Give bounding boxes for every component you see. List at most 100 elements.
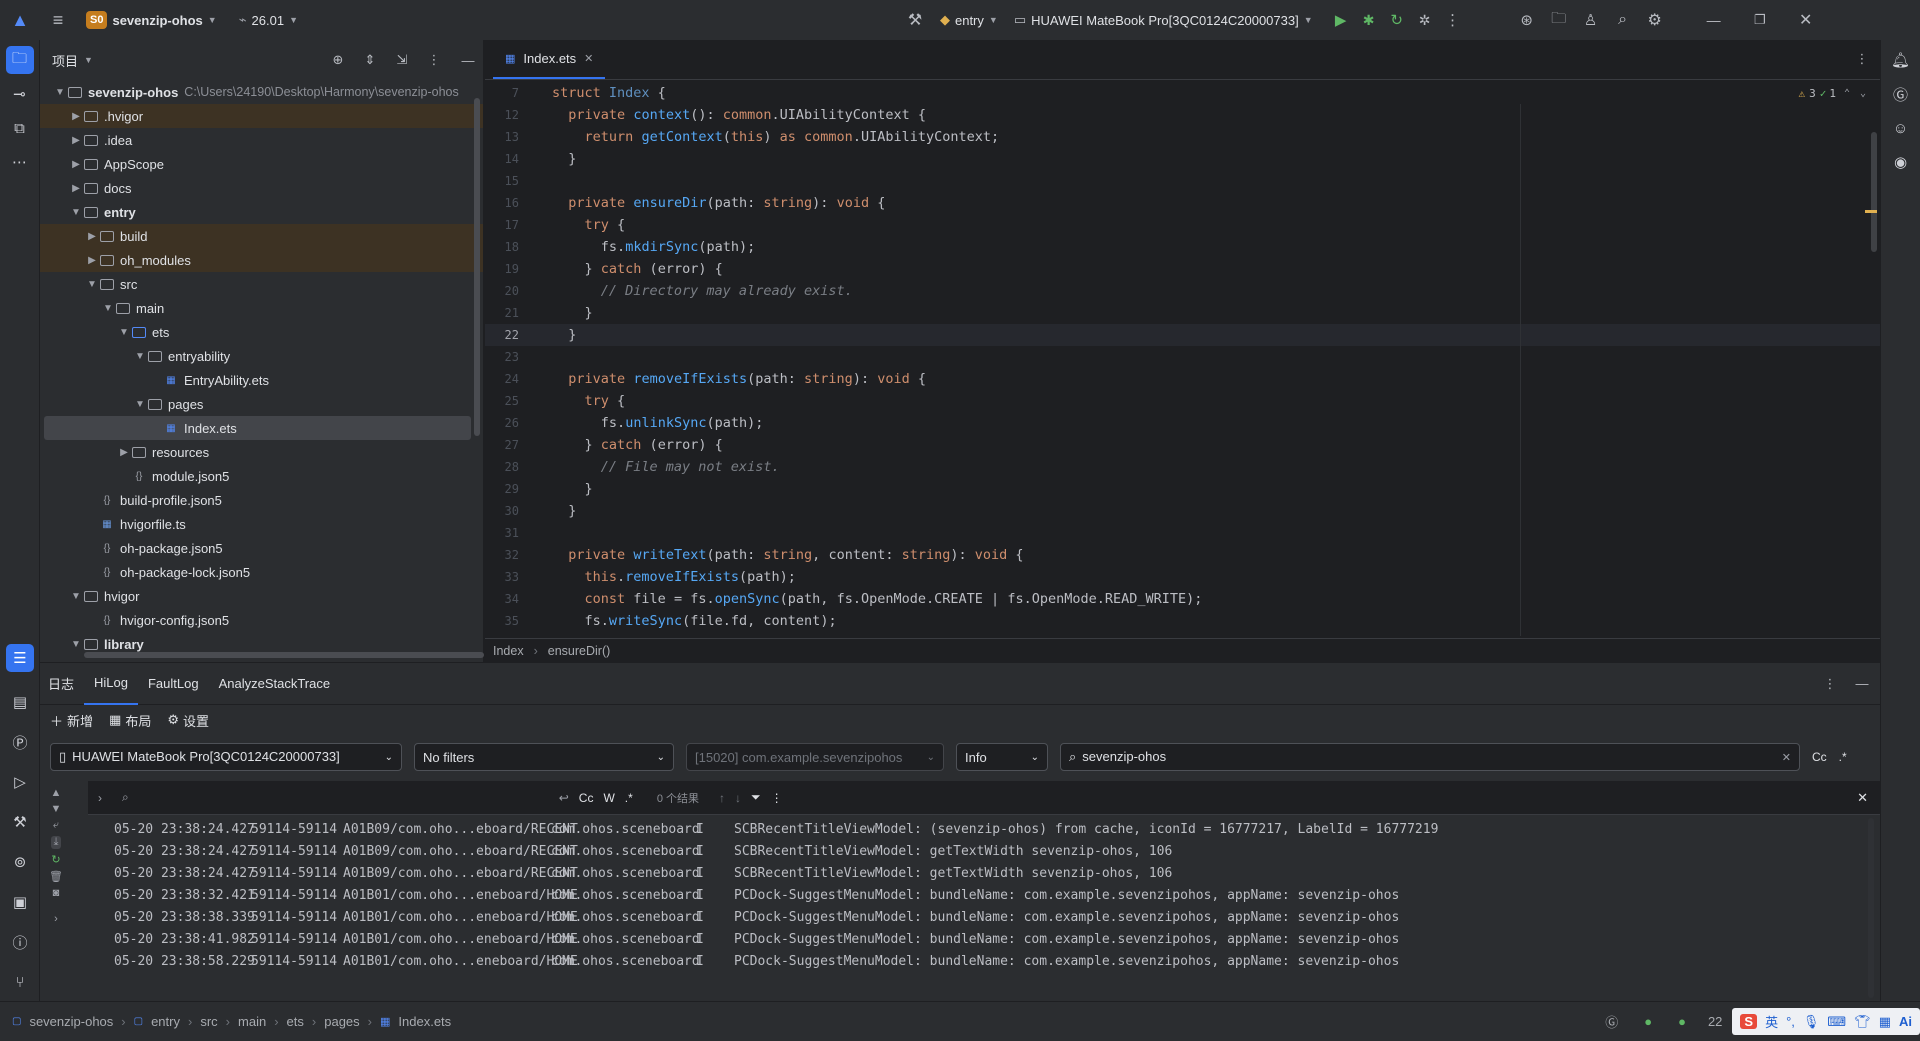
code-line[interactable]: 27 } catch (error) { bbox=[485, 434, 1880, 456]
chevron-down-icon[interactable]: ▼ bbox=[52, 87, 68, 98]
warning-icon[interactable]: ⚠ bbox=[1798, 87, 1805, 100]
module-selector[interactable]: ◆ entry ▼ bbox=[940, 12, 998, 28]
tree-item[interactable]: ▼ entry bbox=[40, 200, 483, 224]
project-folder-icon[interactable]: 🗀 bbox=[5, 46, 34, 74]
chevron-down-icon[interactable]: ▼ bbox=[100, 303, 116, 314]
code-line[interactable]: 29 } bbox=[485, 478, 1880, 500]
tree-item[interactable]: ▦ hvigorfile.ts bbox=[40, 512, 483, 536]
code-line[interactable]: 30 } bbox=[485, 500, 1880, 522]
tree-item[interactable]: ▦ EntryAbility.ets bbox=[40, 368, 483, 392]
status-path-item[interactable]: Index.ets bbox=[398, 1014, 451, 1029]
chevron-right-icon[interactable]: ▶ bbox=[68, 111, 84, 122]
device-selector[interactable]: ▭ HUAWEI MateBook Pro[3QC0124C20000733] … bbox=[1014, 12, 1313, 28]
tree-item[interactable]: ▼ ets bbox=[40, 320, 483, 344]
minimize-icon[interactable]: — bbox=[1691, 12, 1737, 28]
chevron-right-icon[interactable]: ▶ bbox=[68, 183, 84, 194]
codegenie-status-icon[interactable]: Ⓖ bbox=[1605, 1012, 1618, 1031]
breadcrumb-item[interactable]: ensureDir() bbox=[548, 644, 611, 658]
tree-item[interactable]: ▼ hvigor bbox=[40, 584, 483, 608]
apply-changes-icon[interactable]: ↻ bbox=[1383, 11, 1411, 29]
status-path-item[interactable]: sevenzip-ohos bbox=[29, 1014, 113, 1029]
code-line[interactable]: 19 } catch (error) { bbox=[485, 258, 1880, 280]
codegenie-icon[interactable]: Ⓖ bbox=[1887, 80, 1915, 108]
code-line[interactable]: 33 this.removeIfExists(path); bbox=[485, 566, 1880, 588]
more-icon[interactable]: ⋮ bbox=[1439, 11, 1467, 29]
prev-result-icon[interactable]: ↑ bbox=[719, 791, 725, 805]
tab-analyzestacktrace[interactable]: AnalyzeStackTrace bbox=[209, 663, 341, 705]
chevron-right-icon[interactable]: ▶ bbox=[68, 159, 84, 170]
options-icon[interactable]: ⋮ bbox=[421, 52, 447, 68]
device-manager-icon[interactable]: ⊛ bbox=[1511, 11, 1543, 29]
match-case-toggle[interactable]: Cc bbox=[1812, 750, 1827, 764]
status-path-item[interactable]: entry bbox=[151, 1014, 180, 1029]
terminal-icon[interactable]: ▣ bbox=[6, 888, 34, 916]
folder-open-icon[interactable]: 🗀 bbox=[1543, 8, 1575, 33]
history-icon[interactable]: ↩ bbox=[559, 791, 569, 805]
code-line[interactable]: 31 bbox=[485, 522, 1880, 544]
expand-icon[interactable]: › bbox=[88, 791, 112, 805]
more-tools-icon[interactable]: ⋯ bbox=[6, 148, 34, 176]
tree-item[interactable]: ▼ entryability bbox=[40, 344, 483, 368]
scroll-to-end-icon[interactable]: ⤓ bbox=[50, 836, 62, 849]
chevron-right-icon[interactable]: ▶ bbox=[84, 231, 100, 242]
tree-item[interactable]: {} oh-package.json5 bbox=[40, 536, 483, 560]
expand-all-icon[interactable]: ⇕ bbox=[357, 52, 383, 68]
hide-panel-icon[interactable]: — bbox=[453, 53, 483, 68]
chevron-right-icon[interactable]: ▶ bbox=[116, 447, 132, 458]
tree-item[interactable]: {} oh-package-lock.json5 bbox=[40, 560, 483, 584]
git-icon[interactable]: ⑂ bbox=[6, 968, 34, 996]
editor-scrollbar[interactable] bbox=[1871, 132, 1877, 252]
check-icon[interactable]: ✓ bbox=[1820, 87, 1827, 100]
editor-more-icon[interactable]: ⋮ bbox=[1844, 39, 1880, 79]
code-line[interactable]: 21 } bbox=[485, 302, 1880, 324]
clear-icon[interactable]: ✕ bbox=[1782, 751, 1791, 764]
scroll-down-icon[interactable]: ▼ bbox=[51, 803, 62, 815]
chevron-down-icon[interactable]: ▼ bbox=[84, 279, 100, 290]
notifications-icon[interactable]: 🔔︎ bbox=[1887, 46, 1915, 74]
options-icon[interactable]: ⋮ bbox=[1816, 676, 1844, 692]
code-line[interactable]: 35 fs.writeSync(file.fd, content); bbox=[485, 610, 1880, 632]
tree-item[interactable]: {} build-profile.json5 bbox=[40, 488, 483, 512]
chevron-down-icon[interactable]: ▼ bbox=[68, 591, 84, 602]
run-icon[interactable]: ▶ bbox=[1327, 11, 1355, 29]
tree-scrollbar[interactable] bbox=[474, 98, 480, 436]
log-row[interactable]: 05-20 23:38:24.427 59114-59114 A01B09/com.… bbox=[88, 840, 1880, 862]
code-line[interactable]: 16 private ensureDir(path: string): void… bbox=[485, 192, 1880, 214]
code-line[interactable]: 28 // File may not exist. bbox=[485, 456, 1880, 478]
tree-item[interactable]: {} module.json5 bbox=[40, 464, 483, 488]
clear-log-icon[interactable]: 🗑︎ bbox=[49, 870, 63, 883]
settings-gear-icon[interactable]: ⚙ bbox=[1639, 10, 1671, 30]
run-panel-icon[interactable]: ▷ bbox=[6, 768, 34, 796]
code-line[interactable]: 14 } bbox=[485, 148, 1880, 170]
chevron-right-icon[interactable]: ▶ bbox=[68, 135, 84, 146]
code-line[interactable]: 22 } bbox=[485, 324, 1880, 346]
scroll-up-icon[interactable]: ▲ bbox=[51, 787, 62, 799]
close-find-icon[interactable]: ✕ bbox=[1857, 790, 1868, 806]
expand-more-icon[interactable]: › bbox=[54, 913, 58, 925]
locate-file-icon[interactable]: ⊕ bbox=[325, 52, 351, 68]
chevron-down-icon[interactable]: ▼ bbox=[84, 55, 93, 65]
code-line[interactable]: 23 bbox=[485, 346, 1880, 368]
version-switcher[interactable]: ⌁ 26.01 ▼ bbox=[239, 12, 298, 28]
hide-panel-icon[interactable]: — bbox=[1844, 676, 1880, 691]
problems-icon[interactable]: ⓘ bbox=[6, 928, 34, 956]
attach-debugger-icon[interactable]: ✲ bbox=[1411, 12, 1439, 29]
tree-root[interactable]: ▼ sevenzip-ohos C:\Users\24190\Desktop\H… bbox=[40, 80, 483, 104]
log-row[interactable]: 05-20 23:38:38.339 59114-59114 A01B01/com.… bbox=[88, 906, 1880, 928]
tree-item[interactable]: ▼ pages bbox=[40, 392, 483, 416]
tree-item[interactable]: ▶ oh_modules bbox=[40, 248, 483, 272]
search-icon[interactable]: ⌕ bbox=[1607, 11, 1639, 29]
status-path-item[interactable]: main bbox=[238, 1014, 266, 1029]
log-row[interactable]: 05-20 23:38:58.229 59114-59114 A01B01/com.… bbox=[88, 950, 1880, 972]
tab-index-ets[interactable]: ▦ Index.ets ✕ bbox=[493, 39, 606, 79]
layout-button[interactable]: ▦ 布局 bbox=[109, 711, 151, 730]
screenshot-icon[interactable]: ◙ bbox=[53, 887, 60, 899]
tree-item[interactable]: ▦ Index.ets bbox=[44, 416, 471, 440]
status-path-item[interactable]: src bbox=[200, 1014, 217, 1029]
whole-word-toggle[interactable]: W bbox=[603, 791, 614, 805]
level-dropdown[interactable]: Info ⌄ bbox=[956, 743, 1048, 771]
commit-icon[interactable]: ⊸ bbox=[6, 80, 34, 108]
close-window-icon[interactable]: ✕ bbox=[1783, 10, 1829, 30]
prev-highlight-icon[interactable]: ⌃ bbox=[1844, 88, 1850, 99]
tree-item[interactable]: ▶ docs bbox=[40, 176, 483, 200]
